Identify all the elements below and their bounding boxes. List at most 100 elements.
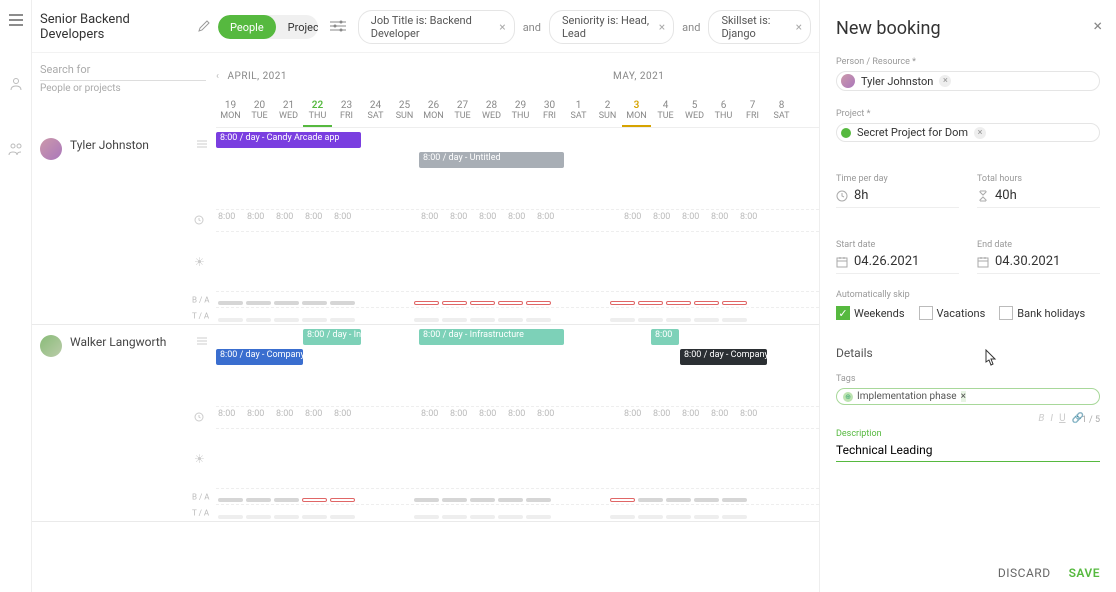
- field-label-skip: Automatically skip: [836, 290, 1100, 300]
- day-header[interactable]: 29THU: [506, 94, 535, 127]
- day-header[interactable]: 22THU: [303, 94, 332, 127]
- field-label-tags: Tags: [836, 374, 1100, 384]
- booking-block[interactable]: 8:00 / day - Company: [680, 349, 767, 365]
- month-label: MAY, 2021: [613, 71, 664, 82]
- day-header[interactable]: 1SAT: [564, 94, 593, 127]
- edit-icon[interactable]: [198, 20, 210, 35]
- field-label-tpd: Time per day: [836, 174, 959, 184]
- calendar-icon: [836, 256, 848, 268]
- expand-icon[interactable]: [196, 335, 208, 350]
- person-name[interactable]: Tyler Johnston: [70, 138, 188, 152]
- prev-arrow-icon[interactable]: ‹: [216, 71, 220, 82]
- day-header[interactable]: 30FRI: [535, 94, 564, 127]
- day-header[interactable]: 2SUN: [593, 94, 622, 127]
- day-header[interactable]: 20TUE: [245, 94, 274, 127]
- details-heading: Details: [836, 346, 1100, 360]
- day-header[interactable]: 24SAT: [361, 94, 390, 127]
- group-icon[interactable]: [8, 142, 24, 159]
- filter-chip-skillset[interactable]: Skillset is: Django ×: [708, 10, 811, 44]
- person-name[interactable]: Walker Langworth: [70, 335, 188, 349]
- day-header[interactable]: 4TUE: [651, 94, 680, 127]
- discard-button[interactable]: DISCARD: [998, 566, 1051, 580]
- day-header[interactable]: 25SUN: [390, 94, 419, 127]
- field-label-th: Total hours: [977, 174, 1100, 184]
- avatar: [841, 74, 855, 88]
- underline-icon[interactable]: U: [1059, 413, 1065, 424]
- booking-block[interactable]: 8:00: [651, 329, 679, 345]
- description-input[interactable]: [836, 439, 1100, 462]
- filter-chip-jobtitle[interactable]: Job Title is: Backend Developer ×: [358, 10, 515, 44]
- close-icon[interactable]: ×: [659, 20, 665, 34]
- day-header[interactable]: 5WED: [680, 94, 709, 127]
- avatar: [40, 335, 62, 357]
- day-header[interactable]: 7FRI: [738, 94, 767, 127]
- search-subtitle: People or projects: [40, 83, 206, 94]
- close-icon[interactable]: ×: [1093, 16, 1102, 35]
- remove-icon[interactable]: ×: [939, 75, 951, 87]
- filter-label: Job Title is: Backend Developer: [371, 14, 493, 40]
- remove-icon[interactable]: ×: [974, 127, 986, 139]
- booking-block[interactable]: 8:00 / day - Company: [216, 349, 303, 365]
- project-pill[interactable]: Secret Project for Dom ×: [836, 123, 1100, 142]
- close-icon[interactable]: ×: [499, 20, 505, 34]
- checkbox-bank[interactable]: Bank holidays: [999, 306, 1085, 320]
- field-label-desc: Description: [836, 429, 1100, 439]
- clock-icon: [194, 411, 204, 425]
- bold-icon[interactable]: B: [1038, 413, 1044, 424]
- filter-label: Seniority is: Head, Lead: [562, 14, 653, 40]
- day-header[interactable]: 27TUE: [448, 94, 477, 127]
- view-toggle[interactable]: People Projects: [218, 15, 318, 39]
- filter-and: and: [682, 21, 700, 34]
- day-header[interactable]: 3MON: [622, 94, 651, 127]
- project-dot-icon: [841, 128, 851, 138]
- menu-icon[interactable]: [9, 14, 23, 29]
- panel-title: New booking: [836, 18, 1100, 39]
- remove-icon[interactable]: ×: [961, 391, 966, 402]
- hourglass-icon: [977, 190, 989, 202]
- day-header[interactable]: 8SAT: [767, 94, 796, 127]
- sun-icon: ☀: [194, 255, 205, 269]
- day-header[interactable]: 26MON: [419, 94, 448, 127]
- time-per-day-input[interactable]: 8h: [836, 188, 959, 208]
- checkbox-weekends[interactable]: ✓ Weekends: [836, 306, 905, 320]
- day-header[interactable]: 28WED: [477, 94, 506, 127]
- search-input[interactable]: [40, 59, 206, 81]
- checkbox-icon: ✓: [836, 306, 850, 320]
- calendar-icon: [977, 256, 989, 268]
- link-icon[interactable]: 🔗: [1072, 413, 1084, 424]
- booking-block[interactable]: 8:00 / day - Infrastructure: [419, 329, 564, 345]
- checkbox-icon: [919, 306, 933, 320]
- field-label-person: Person / Resource: [836, 57, 1100, 67]
- expand-icon[interactable]: [196, 138, 208, 153]
- person-pill[interactable]: Tyler Johnston ×: [836, 71, 1100, 91]
- person-icon[interactable]: [9, 77, 23, 94]
- settings-icon[interactable]: [330, 19, 346, 36]
- checkbox-vacations[interactable]: Vacations: [919, 306, 986, 320]
- italic-icon[interactable]: I: [1050, 413, 1053, 424]
- booking-block[interactable]: 8:00 / day - Candy Arcade app: [216, 132, 361, 148]
- tag-dot-icon: ⊕: [843, 392, 853, 402]
- field-label-sd: Start date: [836, 240, 959, 250]
- day-header[interactable]: 21WED: [274, 94, 303, 127]
- avatar: [40, 138, 62, 160]
- start-date-input[interactable]: 04.26.2021: [836, 254, 959, 274]
- field-label-project: Project: [836, 109, 1100, 119]
- filter-chip-seniority[interactable]: Seniority is: Head, Lead ×: [549, 10, 674, 44]
- filter-label: Skillset is: Django: [721, 14, 789, 40]
- tag-pill[interactable]: ⊕ Implementation phase ×: [836, 388, 1100, 405]
- lane-label: B / A: [192, 295, 209, 304]
- save-button[interactable]: SAVE: [1069, 566, 1100, 580]
- filter-and: and: [523, 21, 541, 34]
- day-header[interactable]: 23FRI: [332, 94, 361, 127]
- end-date-input[interactable]: 04.30.2021: [977, 254, 1100, 274]
- checkbox-icon: [999, 306, 1013, 320]
- close-icon[interactable]: ×: [796, 20, 802, 34]
- toggle-projects[interactable]: Projects: [276, 15, 318, 39]
- toggle-people[interactable]: People: [218, 15, 276, 39]
- booking-block[interactable]: 8:00 / day - Untitled: [419, 152, 564, 168]
- total-hours-input[interactable]: 40h: [977, 188, 1100, 208]
- person-value: Tyler Johnston: [861, 75, 933, 88]
- day-header[interactable]: 6THU: [709, 94, 738, 127]
- day-header[interactable]: 19MON: [216, 94, 245, 127]
- booking-block[interactable]: 8:00 / day - In: [303, 329, 361, 345]
